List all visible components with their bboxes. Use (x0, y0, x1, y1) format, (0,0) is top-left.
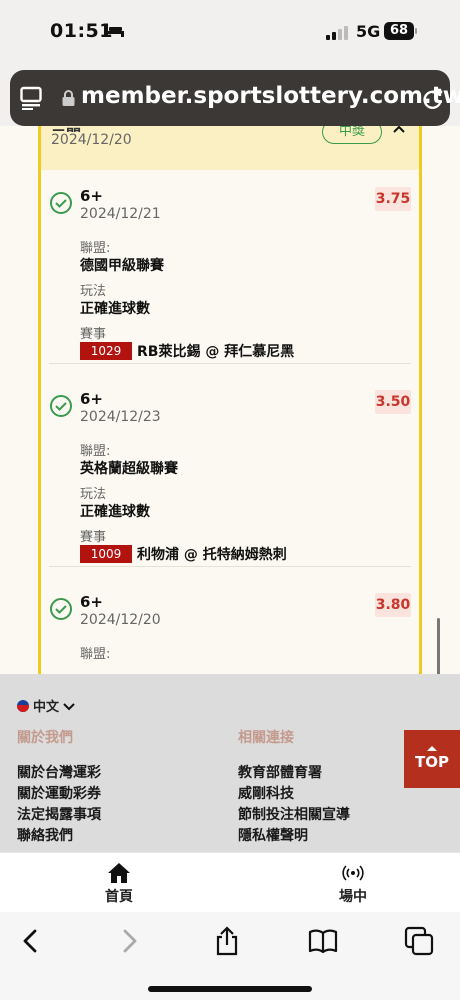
site-footer: 中文 關於我們 關於台灣運彩 關於運動彩券 法定揭露事項 聯絡我們 相關連接 教… (0, 674, 460, 852)
league-label: 聯盟: (80, 241, 111, 256)
status-badge: 中獎 (322, 126, 382, 144)
odds-badge: 3.75 (375, 187, 411, 211)
bet-item: 6+ 2024/12/20 3.80 聯盟: (49, 593, 411, 674)
league-value: 英格蘭超級聯賽 (80, 461, 178, 477)
tab-live[interactable]: 場中 (313, 853, 393, 913)
status-bar: 01:51 5G 68 (0, 0, 460, 62)
language-selector[interactable]: 中文 (17, 696, 75, 715)
event-label: 賽事 (80, 530, 107, 545)
bet-pick: 6+ (80, 593, 104, 611)
league-value: 德國甲級聯賽 (80, 258, 164, 274)
arrow-up-icon (427, 746, 437, 751)
address-bar[interactable]: member.sportslottery.com.tw (10, 70, 460, 126)
home-indicator[interactable] (148, 986, 312, 992)
footer-link[interactable]: 聯絡我們 (17, 826, 101, 847)
check-circle-icon (50, 598, 72, 620)
tabs-icon[interactable] (404, 926, 434, 956)
back-icon[interactable] (16, 926, 46, 956)
bet-item: 6+ 2024/12/23 3.50 聯盟: 英格蘭超級聯賽 玩法 正確進球數 … (49, 390, 411, 563)
bet-item: 6+ 2024/12/21 3.75 聯盟: 德國甲級聯賽 玩法 正確進球數 賽… (49, 187, 411, 360)
ticket-header[interactable]: 二關 2024/12/20 中獎 (41, 126, 419, 170)
bet-pick: 6+ (80, 187, 104, 205)
chevron-down-icon (63, 702, 75, 710)
league-label: 聯盟: (80, 444, 111, 459)
tab-home-label: 首頁 (105, 889, 133, 905)
footer-link[interactable]: 威剛科技 (238, 784, 350, 805)
odds-badge: 3.80 (375, 593, 411, 617)
language-label: 中文 (33, 700, 60, 715)
back-to-top-label: TOP (415, 753, 449, 771)
divider (49, 363, 411, 364)
event-label: 賽事 (80, 327, 107, 342)
battery-nub (415, 28, 417, 34)
divider (49, 566, 411, 567)
bet-date: 2024/12/23 (80, 409, 161, 425)
battery-icon: 68 (384, 22, 414, 40)
network-type: 5G (356, 22, 381, 41)
url-text[interactable]: member.sportslottery.com.tw (81, 83, 460, 109)
footer-link[interactable]: 節制投注相關宣導 (238, 805, 350, 826)
reader-mode-icon[interactable] (20, 86, 42, 110)
market-label: 玩法 (80, 487, 107, 502)
market-value: 正確進球數 (80, 301, 150, 317)
reload-icon[interactable] (422, 86, 444, 110)
bet-date: 2024/12/20 (80, 612, 161, 628)
related-links: 教育部體育署 威剛科技 節制投注相關宣導 隱私權聲明 (238, 763, 350, 847)
sleep-focus-icon (104, 24, 124, 37)
odds-badge: 3.50 (375, 390, 411, 414)
footer-link[interactable]: 隱私權聲明 (238, 826, 350, 847)
match-number: 1029 (80, 342, 132, 360)
lock-icon (62, 90, 75, 106)
about-links: 關於台灣運彩 關於運動彩券 法定揭露事項 聯絡我們 (17, 763, 101, 847)
bet-date: 2024/12/21 (80, 206, 161, 222)
check-circle-icon (50, 192, 72, 214)
match-name: 利物浦 @ 托特納姆熱刺 (137, 547, 287, 563)
footer-link[interactable]: 關於運動彩券 (17, 784, 101, 805)
check-circle-icon (50, 395, 72, 417)
league-label: 聯盟: (80, 647, 111, 662)
ticket-date: 2024/12/20 (51, 132, 132, 148)
bookmarks-icon[interactable] (308, 926, 338, 956)
tab-home[interactable]: 首頁 (79, 853, 159, 913)
footer-link[interactable]: 法定揭露事項 (17, 805, 101, 826)
match-name: RB萊比錫 @ 拜仁慕尼黑 (137, 344, 295, 360)
tab-live-label: 場中 (339, 889, 367, 905)
scrollbar[interactable] (437, 618, 440, 674)
bet-history-content[interactable]: 二關 2024/12/20 中獎 6+ 2024/12/21 3.75 聯盟: … (0, 126, 460, 674)
match-number: 1009 (80, 545, 132, 563)
live-broadcast-icon (342, 865, 364, 881)
flag-icon (17, 699, 29, 712)
home-icon (108, 863, 130, 883)
related-title: 相關連接 (238, 730, 294, 746)
market-label: 玩法 (80, 284, 107, 299)
back-to-top-button[interactable]: TOP (404, 730, 460, 788)
about-title: 關於我們 (17, 730, 73, 746)
bet-pick: 6+ (80, 390, 104, 408)
footer-link[interactable]: 教育部體育署 (238, 763, 350, 784)
footer-link[interactable]: 關於台灣運彩 (17, 763, 101, 784)
forward-icon[interactable] (114, 926, 144, 956)
chevron-up-icon[interactable] (390, 126, 408, 140)
signal-icon (326, 26, 350, 40)
market-value: 正確進球數 (80, 504, 150, 520)
ticket-card: 二關 2024/12/20 中獎 6+ 2024/12/21 3.75 聯盟: … (38, 126, 422, 674)
app-tab-bar: 首頁 場中 (0, 852, 460, 912)
share-icon[interactable] (212, 926, 242, 956)
